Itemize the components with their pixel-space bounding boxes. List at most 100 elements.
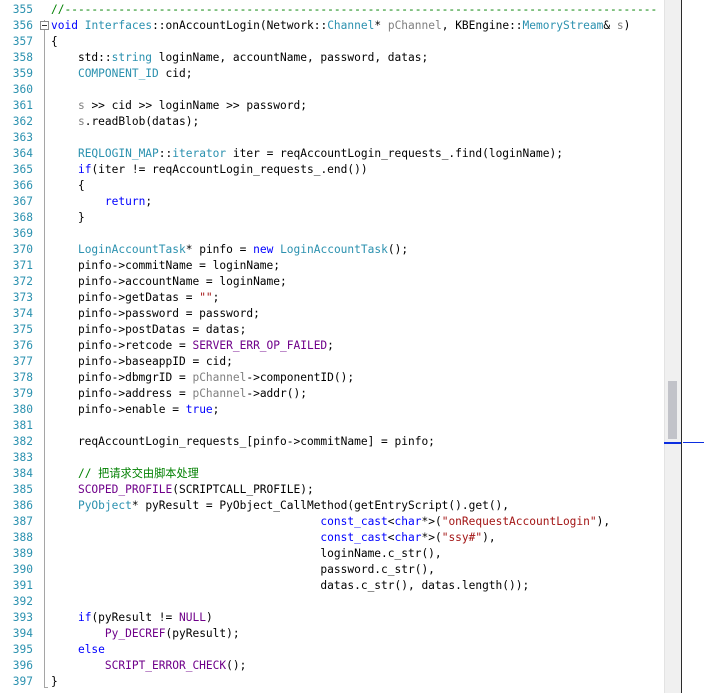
code-token: ->componentID(); (246, 371, 355, 384)
code-line[interactable]: pinfo->retcode = SERVER_ERR_OP_FAILED; (51, 338, 334, 354)
code-line[interactable]: } (51, 674, 58, 690)
code-token: pinfo->dbmgrID = (51, 371, 193, 384)
code-token: (SCRIPTCALL_PROFILE); (172, 483, 314, 496)
line-number: 388 (12, 531, 33, 544)
code-line[interactable]: pinfo->password = password; (51, 306, 260, 322)
code-line[interactable]: LoginAccountTask* pinfo = new LoginAccou… (51, 242, 408, 258)
line-number: 355 (12, 3, 33, 16)
code-token: const_cast (320, 531, 388, 544)
line-number: 380 (12, 403, 33, 416)
code-line[interactable]: reqAccountLogin_requests_[pinfo->commitN… (51, 434, 435, 450)
line-number: 385 (12, 483, 33, 496)
line-number: 375 (12, 323, 33, 336)
code-line[interactable]: { (51, 34, 58, 50)
line-number: 369 (12, 227, 33, 240)
code-token: pinfo->accountName = loginName; (51, 275, 287, 288)
code-token: true (185, 403, 213, 416)
code-line[interactable]: if(iter != reqAccountLogin_requests_.end… (51, 162, 368, 178)
code-token: s (77, 115, 85, 128)
code-token: } (51, 675, 58, 688)
code-token: pChannel (387, 19, 442, 32)
code-line[interactable]: REQLOGIN_MAP::iterator iter = reqAccount… (51, 146, 563, 162)
vertical-scrollbar[interactable] (664, 0, 682, 693)
code-token: ) (205, 611, 213, 624)
code-line[interactable]: s >> cid >> loginName >> password; (51, 98, 307, 114)
map-divider (681, 0, 682, 693)
code-token: new (253, 243, 274, 256)
code-line[interactable]: Py_DECREF(pyResult); (51, 626, 240, 642)
code-token: pinfo->address = (51, 387, 193, 400)
code-editor[interactable]: 355 356 357 358 359 360 361 362 363 364 365 366 367 3… (0, 0, 704, 693)
code-token: pinfo->retcode = (51, 339, 193, 352)
code-token: string (111, 51, 153, 64)
caret-position-marker (664, 442, 681, 444)
line-number: 383 (12, 451, 33, 464)
code-line[interactable]: } (51, 210, 85, 226)
code-line[interactable]: // 把请求交由脚本处理 (51, 466, 199, 482)
line-number-gutter: 355 356 357 358 359 360 361 362 363 364 365 366 367 3… (0, 0, 38, 693)
code-line[interactable]: SCRIPT_ERROR_CHECK(); (51, 658, 246, 674)
code-token: ; (327, 339, 334, 352)
code-line[interactable]: std::string loginName, accountName, pass… (51, 50, 428, 66)
code-token: pinfo->postDatas = datas; (51, 323, 247, 336)
code-token: "" (199, 291, 213, 304)
code-token: iterator (172, 147, 227, 160)
code-line[interactable]: SCOPED_PROFILE(SCRIPTCALL_PROFILE); (51, 482, 314, 498)
code-token: & (603, 19, 617, 32)
code-line[interactable]: loginName.c_str(), (51, 546, 441, 562)
code-text-area[interactable]: //--------------------------------------… (51, 0, 664, 693)
code-line[interactable]: pinfo->dbmgrID = pChannel->componentID()… (51, 370, 354, 386)
map-current-line-marker (683, 442, 704, 443)
line-number: 384 (12, 467, 33, 480)
code-token: ->addr(); (246, 387, 307, 400)
code-line[interactable]: return; (51, 194, 152, 210)
code-line[interactable]: { (51, 178, 85, 194)
code-token: std:: (51, 51, 112, 64)
code-line[interactable]: COMPONENT_ID cid; (51, 66, 193, 82)
code-token: COMPONENT_ID (77, 67, 159, 80)
line-number: 395 (12, 643, 33, 656)
line-number: 397 (12, 675, 33, 688)
code-line[interactable]: //--------------------------------------… (51, 2, 656, 18)
code-token: (); (387, 243, 409, 256)
code-token: "onRequestAccountLogin" (441, 515, 597, 528)
code-token: PyObject (77, 499, 132, 512)
scrollbar-map-overview[interactable] (681, 0, 704, 693)
code-line[interactable]: pinfo->commitName = loginName; (51, 258, 280, 274)
code-line[interactable]: password.c_str(), (51, 562, 435, 578)
code-line[interactable]: pinfo->getDatas = ""; (51, 290, 219, 306)
code-line[interactable]: const_cast<char*>("ssy#"), (51, 530, 495, 546)
code-line[interactable]: else (51, 642, 105, 658)
code-token: s (616, 19, 624, 32)
collapse-toggle-icon[interactable] (40, 21, 49, 30)
code-token: < (387, 531, 395, 544)
code-token: Interfaces (84, 19, 153, 32)
code-token: } (51, 211, 85, 224)
code-token: { (51, 179, 85, 192)
code-token: < (387, 515, 395, 528)
code-token: ; (145, 195, 153, 208)
code-token: char (394, 515, 422, 528)
code-line[interactable]: pinfo->accountName = loginName; (51, 274, 287, 290)
code-token: SERVER_ERR_OP_FAILED (192, 339, 328, 352)
code-token: *>( (421, 531, 442, 544)
code-line[interactable]: pinfo->baseappID = cid; (51, 354, 233, 370)
code-line[interactable]: if(pyResult != NULL) (51, 610, 213, 626)
code-token: pChannel (192, 387, 247, 400)
code-token: pinfo->getDatas = (51, 291, 200, 304)
code-token: ) (623, 19, 631, 32)
code-line[interactable]: void Interfaces::onAccountLogin(Network:… (51, 18, 630, 34)
code-line[interactable]: pinfo->postDatas = datas; (51, 322, 246, 338)
code-line[interactable]: pinfo->enable = true; (51, 402, 219, 418)
code-line[interactable]: PyObject* pyResult = PyObject_CallMethod… (51, 498, 509, 514)
code-line[interactable]: s.readBlob(datas); (51, 114, 199, 130)
code-token: Py_DECREF (104, 627, 166, 640)
code-line[interactable]: pinfo->address = pChannel->addr(); (51, 386, 307, 402)
code-line[interactable]: const_cast<char*>("onRequestAccountLogin… (51, 514, 610, 530)
scrollbar-thumb[interactable] (668, 381, 677, 439)
code-line[interactable]: datas.c_str(), datas.length()); (51, 578, 529, 594)
